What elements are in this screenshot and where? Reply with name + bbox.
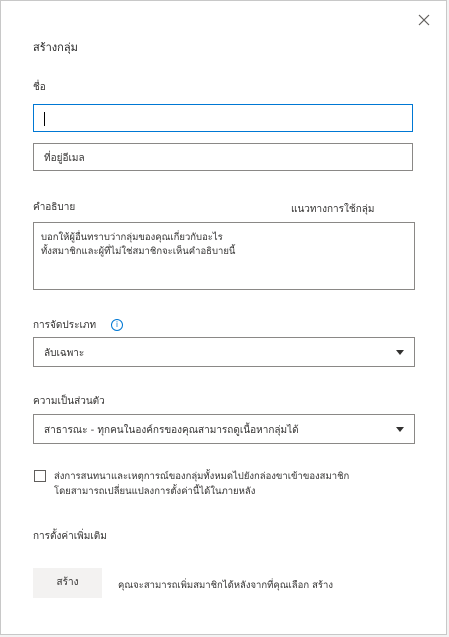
name-label: ชื่อ: [33, 82, 46, 93]
more-settings-link[interactable]: การตั้งค่าเพิ่มเติม: [33, 529, 107, 544]
close-button[interactable]: [413, 9, 435, 31]
chevron-down-icon: [396, 350, 404, 355]
create-button[interactable]: สร้าง: [33, 568, 102, 598]
group-guidelines-link[interactable]: แนวทางการใช้กลุ่ม: [291, 202, 374, 217]
subscribe-line-1: ส่งการสนทนาและเหตุการณ์ของกลุ่มทั้งหมดไป…: [54, 471, 350, 482]
close-icon: [418, 14, 430, 26]
privacy-label: ความเป็นส่วนตัว: [33, 396, 105, 407]
subscribe-checkbox-label: ส่งการสนทนาและเหตุการณ์ของกลุ่มทั้งหมดไป…: [54, 469, 384, 499]
description-line-2: ทั้งสมาชิกและผู้ที่ไม่ใช่สมาชิกจะเห็นคำอ…: [41, 246, 236, 257]
create-group-dialog: สร้างกลุ่ม ชื่อ ที่อยู่อีเมล คำอธิบาย แน…: [0, 0, 447, 635]
email-input[interactable]: ที่อยู่อีเมล: [33, 143, 413, 171]
description-textarea[interactable]: บอกให้ผู้อื่นทราบว่ากลุ่มของคุณเกี่ยวกับ…: [33, 222, 415, 290]
classification-label: การจัดประเภท: [33, 320, 97, 331]
info-icon[interactable]: i: [111, 319, 123, 331]
classification-select[interactable]: ลับเฉพาะ: [33, 337, 415, 367]
description-line-1: บอกให้ผู้อื่นทราบว่ากลุ่มของคุณเกี่ยวกับ…: [41, 232, 223, 243]
subscribe-checkbox[interactable]: [34, 470, 46, 482]
description-label: คำอธิบาย: [33, 202, 76, 213]
privacy-select[interactable]: สาธารณะ - ทุกคนในองค์กรของคุณสามารถดูเนื…: [33, 414, 415, 444]
classification-selected: ลับเฉพาะ: [44, 348, 85, 359]
text-cursor: [44, 112, 45, 126]
dialog-title: สร้างกลุ่ม: [33, 41, 78, 54]
subscribe-line-2: โดยสามารถเปลี่ยนแปลงการตั้งค่านี้ได้ในภา…: [54, 486, 256, 497]
privacy-selected: สาธารณะ - ทุกคนในองค์กรของคุณสามารถดูเนื…: [44, 425, 299, 436]
chevron-down-icon: [396, 427, 404, 432]
name-input[interactable]: [33, 104, 413, 132]
create-helper-text: คุณจะสามารถเพิ่มสมาชิกได้หลังจากที่คุณเล…: [118, 580, 333, 591]
